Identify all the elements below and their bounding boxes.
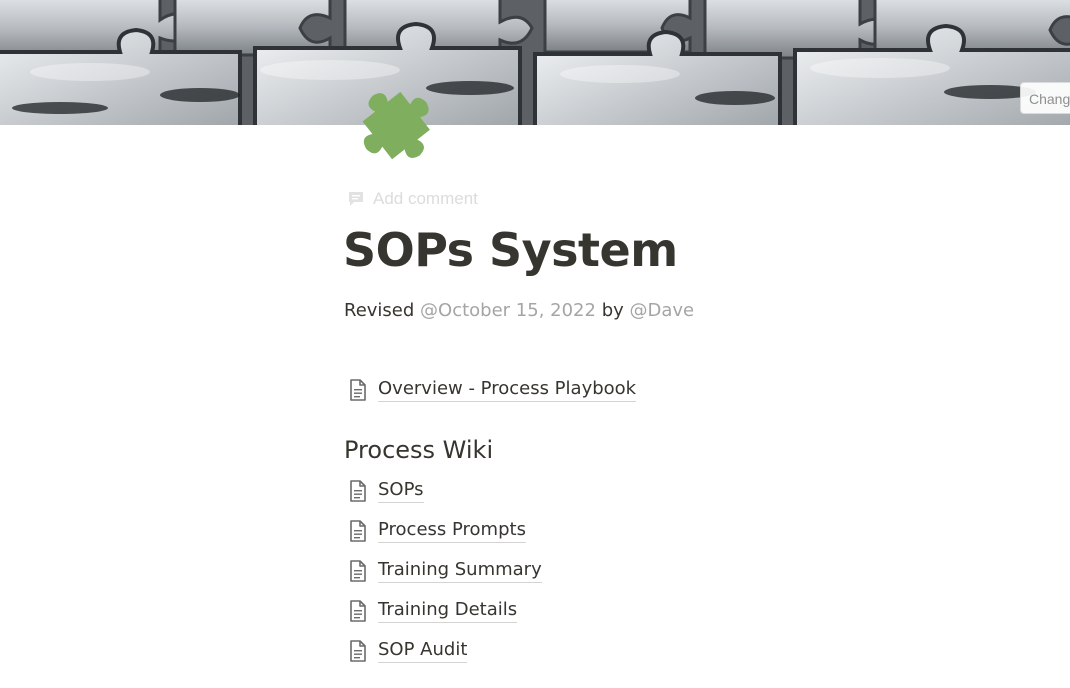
page-link-training-details[interactable]: Training Details [347, 597, 518, 625]
page-link-label[interactable]: Training Summary [378, 559, 542, 583]
page-doc-icon [350, 480, 366, 502]
cover-puzzle-pattern [0, 0, 1070, 125]
page-link-training-summary[interactable]: Training Summary [347, 557, 542, 585]
section-heading-process-wiki: Process Wiki [344, 436, 494, 464]
page-doc-icon [350, 640, 366, 662]
page-link-label[interactable]: Process Prompts [378, 519, 526, 543]
page: Change cover Add comment SOPs System Rev… [0, 0, 1070, 688]
puzzle-piece-icon[interactable] [343, 72, 447, 176]
page-doc-icon [350, 520, 366, 542]
page-link-process-prompts[interactable]: Process Prompts [347, 517, 526, 545]
add-comment-label: Add comment [373, 189, 478, 208]
comment-icon [349, 192, 363, 206]
date-mention[interactable]: @October 15, 2022 [420, 300, 596, 321]
change-cover-button[interactable]: Change cover [1020, 82, 1070, 114]
cover-image: Change cover [0, 0, 1070, 125]
add-comment-button[interactable]: Add comment [347, 188, 478, 210]
page-doc-icon [350, 600, 366, 622]
page-doc-icon [350, 379, 366, 401]
page-link-overview[interactable]: Overview - Process Playbook [347, 376, 637, 404]
page-link-sops[interactable]: SOPs [347, 477, 424, 505]
revised-by: by [601, 300, 624, 321]
page-link-label[interactable]: Training Details [378, 599, 518, 623]
page-title[interactable]: SOPs System [343, 220, 678, 280]
revised-line: Revised @October 15, 2022 by @Dave [344, 298, 694, 324]
page-link-sop-audit[interactable]: SOP Audit [347, 637, 468, 665]
page-link-label[interactable]: Overview - Process Playbook [378, 378, 637, 402]
revised-prefix: Revised [344, 300, 415, 321]
user-mention[interactable]: @Dave [630, 300, 695, 321]
page-link-label[interactable]: SOP Audit [378, 639, 468, 663]
page-doc-icon [350, 560, 366, 582]
page-link-label[interactable]: SOPs [378, 479, 424, 503]
